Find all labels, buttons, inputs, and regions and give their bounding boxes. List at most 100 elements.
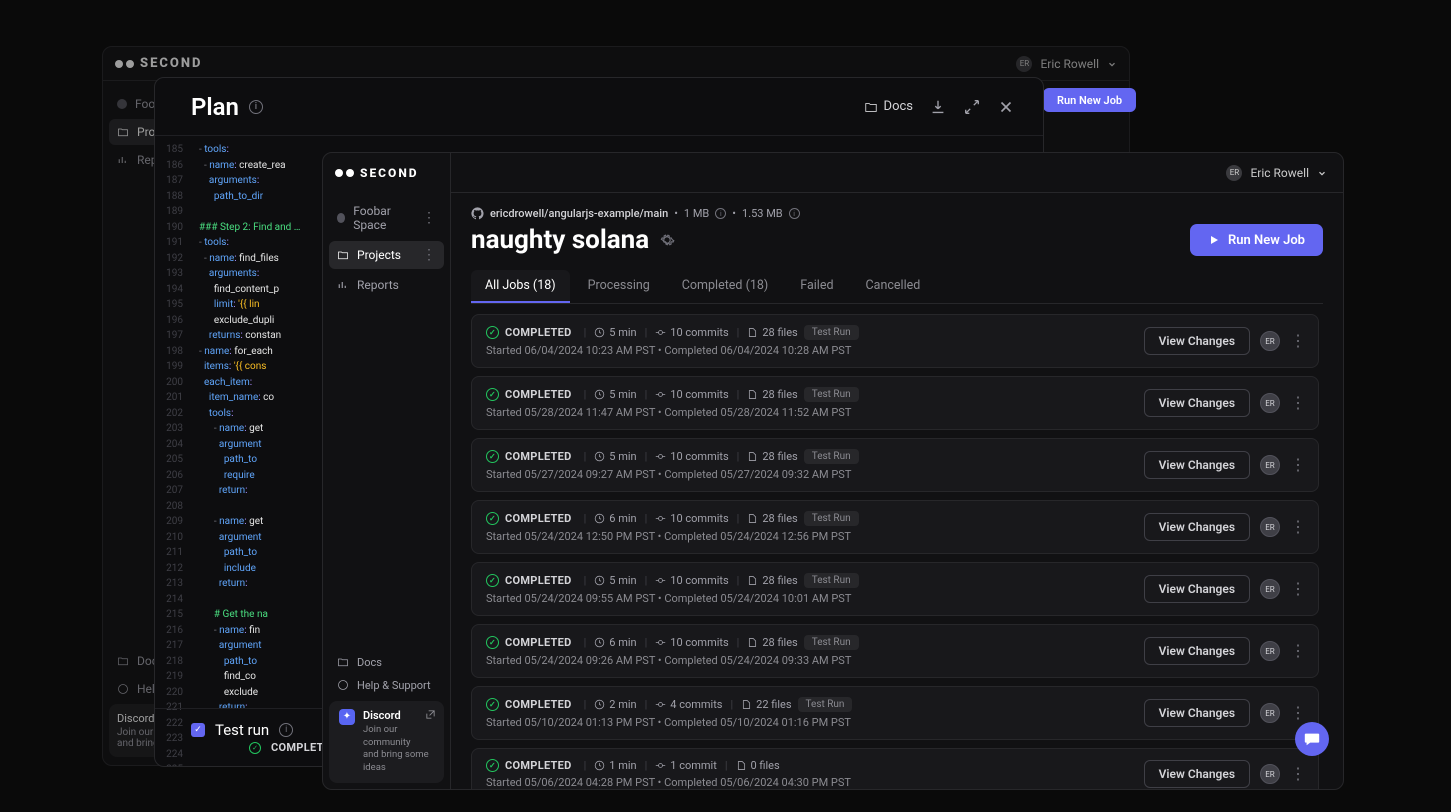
- tab[interactable]: Cancelled: [852, 270, 935, 303]
- test-run-badge: Test Run: [804, 325, 859, 340]
- info-icon[interactable]: i: [249, 100, 263, 114]
- job-status: ✓COMPLETED: [486, 636, 572, 649]
- more-icon[interactable]: ⋮: [1290, 519, 1304, 535]
- more-icon[interactable]: ⋮: [1290, 457, 1304, 473]
- info-icon[interactable]: i: [715, 208, 726, 219]
- test-run-label: Test run: [215, 721, 269, 739]
- play-icon: [1208, 234, 1220, 246]
- more-icon[interactable]: ⋮: [1290, 766, 1304, 782]
- space-selector[interactable]: Foobar Space ⋮: [329, 197, 444, 239]
- run-new-job-button[interactable]: Run New Job: [1190, 224, 1323, 256]
- avatar: ER: [1260, 764, 1280, 784]
- avatar: ER: [1016, 56, 1032, 72]
- check-circle-icon: ✓: [486, 759, 499, 772]
- help-icon: [117, 683, 129, 695]
- view-changes-button[interactable]: View Changes: [1144, 389, 1250, 417]
- job-timestamps: Started 05/10/2024 01:13 PM PST • Comple…: [486, 716, 1130, 729]
- duration: 1 min: [594, 759, 636, 772]
- job-status: ✓COMPLETED: [486, 698, 572, 711]
- job-status: ✓COMPLETED: [486, 450, 572, 463]
- more-icon[interactable]: ⋮: [1290, 643, 1304, 659]
- info-icon[interactable]: i: [789, 208, 800, 219]
- avatar: ER: [1226, 165, 1242, 181]
- gear-icon[interactable]: [659, 232, 675, 248]
- checkbox-icon[interactable]: ✓: [191, 723, 205, 737]
- chevron-down-icon: [1317, 168, 1327, 178]
- run-new-job-button[interactable]: Run New Job: [1043, 88, 1136, 112]
- more-icon[interactable]: ⋮: [1290, 333, 1304, 349]
- view-changes-button[interactable]: View Changes: [1144, 451, 1250, 479]
- job-row: ✓COMPLETED | 1 min | 1 commit | 0 files …: [471, 748, 1319, 789]
- plan-title: Plan i: [191, 93, 263, 121]
- docs-link[interactable]: Docs: [329, 651, 444, 674]
- avatar: ER: [1260, 393, 1280, 413]
- commits: 1 commit: [655, 759, 717, 772]
- job-status: ✓COMPLETED: [486, 388, 572, 401]
- job-row: ✓COMPLETED | 6 min | 10 commits | 28 fil…: [471, 624, 1319, 678]
- job-meta: | 2 min | 4 commits | 22 files Test Run: [582, 697, 853, 712]
- project-title: naughty solana: [471, 225, 675, 255]
- check-circle-icon: ✓: [486, 512, 499, 525]
- user-menu[interactable]: ER Eric Rowell: [1016, 56, 1117, 72]
- more-icon[interactable]: ⋮: [422, 248, 436, 262]
- view-changes-button[interactable]: View Changes: [1144, 575, 1250, 603]
- files: 22 files: [741, 698, 791, 711]
- discord-card[interactable]: ✦ Discord Join our community and bring s…: [329, 701, 444, 783]
- job-timestamps: Started 05/28/2024 11:47 AM PST • Comple…: [486, 406, 1130, 419]
- more-icon[interactable]: ⋮: [1290, 581, 1304, 597]
- space-dot-icon: [117, 99, 127, 109]
- user-menu[interactable]: ER Eric Rowell: [1226, 165, 1327, 181]
- job-row: ✓COMPLETED | 5 min | 10 commits | 28 fil…: [471, 562, 1319, 616]
- more-icon[interactable]: ⋮: [1290, 705, 1304, 721]
- download-icon[interactable]: [929, 98, 947, 116]
- chat-fab[interactable]: [1295, 722, 1329, 756]
- view-changes-button[interactable]: View Changes: [1144, 699, 1250, 727]
- job-timestamps: Started 06/04/2024 10:23 AM PST • Comple…: [486, 344, 1130, 357]
- foreground-app-window: SECOND Foobar Space ⋮ Projects ⋮ Reports…: [322, 152, 1344, 790]
- view-changes-button[interactable]: View Changes: [1144, 327, 1250, 355]
- sidebar-item-projects[interactable]: Projects ⋮: [329, 241, 444, 269]
- tab[interactable]: Processing: [574, 270, 664, 303]
- folder-icon: [117, 655, 129, 667]
- job-row: ✓COMPLETED | 6 min | 10 commits | 28 fil…: [471, 500, 1319, 554]
- tab[interactable]: Failed: [786, 270, 847, 303]
- job-meta: | 6 min | 10 commits | 28 files Test Run: [582, 511, 859, 526]
- view-changes-button[interactable]: View Changes: [1144, 513, 1250, 541]
- folder-icon: [337, 249, 349, 261]
- more-icon[interactable]: ⋮: [422, 211, 436, 225]
- help-link[interactable]: Help & Support: [329, 674, 444, 697]
- info-icon[interactable]: i: [279, 723, 293, 737]
- job-timestamps: Started 05/24/2024 09:26 AM PST • Comple…: [486, 654, 1130, 667]
- job-status: ✓COMPLETED: [486, 759, 572, 772]
- tab[interactable]: Completed (18): [668, 270, 782, 303]
- line-gutter: 1851861871881891901911921931941951961971…: [155, 136, 191, 708]
- sidebar-item-reports[interactable]: Reports: [329, 271, 444, 299]
- view-changes-button[interactable]: View Changes: [1144, 760, 1250, 788]
- duration: 5 min: [594, 388, 636, 401]
- avatar: ER: [1260, 703, 1280, 723]
- chevron-down-icon: [1107, 59, 1117, 69]
- commits: 10 commits: [655, 512, 728, 525]
- check-circle-icon: ✓: [486, 450, 499, 463]
- sidebar: SECOND Foobar Space ⋮ Projects ⋮ Reports…: [323, 153, 451, 789]
- docs-link[interactable]: Docs: [864, 99, 913, 114]
- github-icon: [471, 207, 484, 220]
- files: 28 files: [747, 388, 797, 401]
- user-name: Eric Rowell: [1040, 57, 1099, 71]
- user-name: Eric Rowell: [1250, 166, 1309, 180]
- more-icon[interactable]: ⋮: [1290, 395, 1304, 411]
- view-changes-button[interactable]: View Changes: [1144, 637, 1250, 665]
- job-timestamps: Started 05/24/2024 12:50 PM PST • Comple…: [486, 530, 1130, 543]
- job-meta: | 1 min | 1 commit | 0 files: [582, 759, 780, 772]
- files: 28 files: [747, 636, 797, 649]
- jobs-list[interactable]: ✓COMPLETED | 5 min | 10 commits | 28 fil…: [471, 304, 1323, 789]
- job-row: ✓COMPLETED | 2 min | 4 commits | 22 file…: [471, 686, 1319, 740]
- tab[interactable]: All Jobs (18): [471, 270, 570, 303]
- check-circle-icon: ✓: [486, 698, 499, 711]
- job-row: ✓COMPLETED | 5 min | 10 commits | 28 fil…: [471, 438, 1319, 492]
- commits: 10 commits: [655, 574, 728, 587]
- expand-icon[interactable]: [963, 98, 981, 116]
- close-icon[interactable]: [997, 98, 1015, 116]
- duration: 2 min: [594, 698, 636, 711]
- test-run-badge: Test Run: [804, 635, 859, 650]
